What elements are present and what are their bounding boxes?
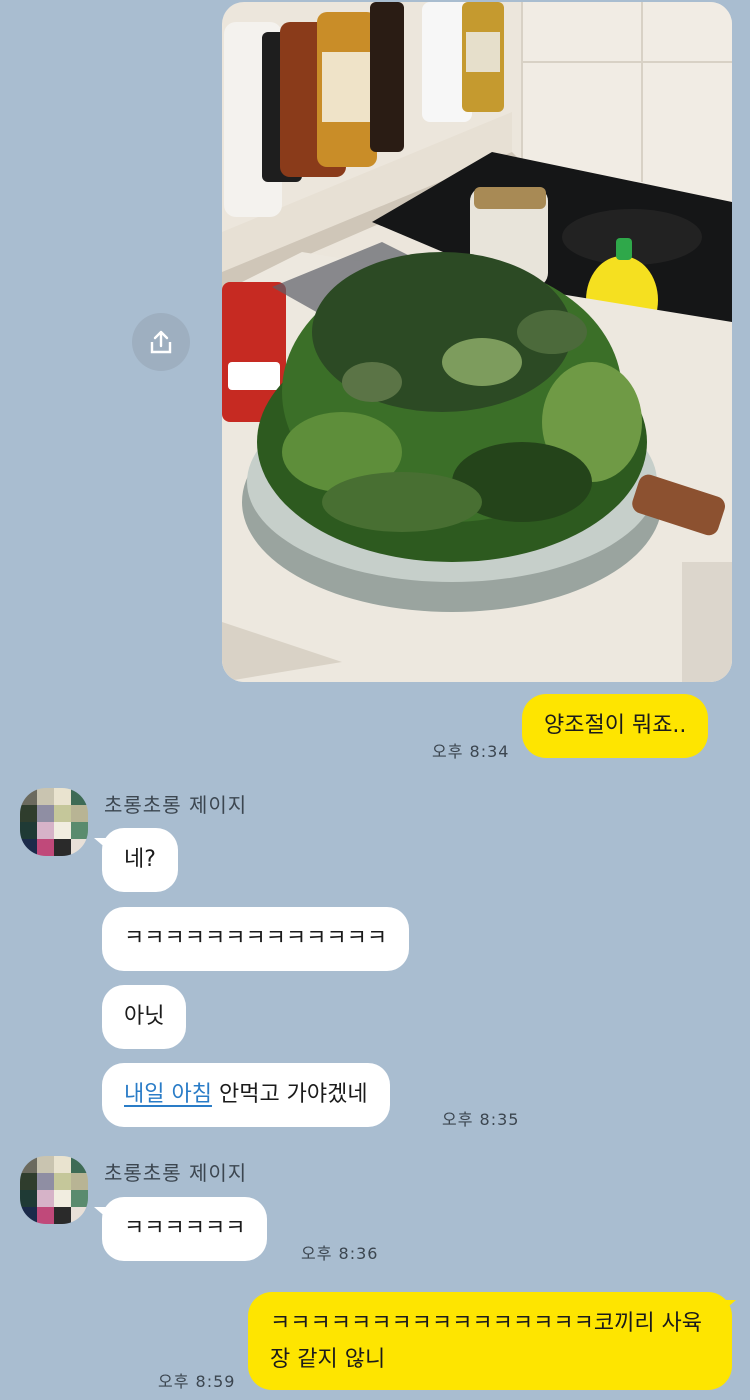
message-time: 오후 8:36 — [301, 1244, 379, 1263]
sender-name: 초롱초롱 제이지 — [104, 1161, 248, 1185]
date-link[interactable]: 내일 아침 — [124, 1082, 212, 1107]
photo-message[interactable] — [222, 2, 732, 682]
message-text: 안먹고 가야겠네 — [211, 1082, 368, 1107]
my-message-bubble[interactable]: 양조절이 뭐죠.. — [522, 694, 709, 758]
message-text: 아닛 — [124, 1004, 165, 1029]
message-time: 오후 8:59 — [158, 1372, 236, 1391]
other-message-bubble[interactable]: 내일 아침 안먹고 가야겠네 — [102, 1063, 390, 1127]
message-time: 오후 8:35 — [442, 1110, 520, 1129]
photo-image — [222, 2, 732, 682]
avatar[interactable] — [20, 788, 88, 856]
share-button[interactable] — [132, 313, 190, 371]
sender-name: 초롱초롱 제이지 — [104, 793, 248, 817]
other-message-bubble[interactable]: ㅋㅋㅋㅋㅋㅋ — [102, 1197, 268, 1261]
share-icon — [150, 330, 172, 354]
my-message-bubble[interactable]: ㅋㅋㅋㅋㅋㅋㅋㅋㅋㅋㅋㅋㅋㅋㅋㅋ코끼리 사육장 같지 않니 — [248, 1292, 732, 1390]
message-text: 양조절이 뭐죠.. — [544, 713, 687, 738]
message-text: ㅋㅋㅋㅋㅋㅋㅋㅋㅋㅋㅋㅋㅋㅋㅋㅋ코끼리 사육장 같지 않니 — [270, 1311, 703, 1372]
other-message-bubble[interactable]: 아닛 — [102, 985, 187, 1049]
other-message-bubble[interactable]: ㅋㅋㅋㅋㅋㅋㅋㅋㅋㅋㅋㅋㅋ — [102, 907, 410, 971]
avatar[interactable] — [20, 1156, 88, 1224]
message-text: 네? — [124, 847, 156, 872]
message-text: ㅋㅋㅋㅋㅋㅋㅋㅋㅋㅋㅋㅋㅋ — [124, 926, 388, 951]
message-time: 오후 8:34 — [432, 742, 510, 761]
other-message-bubble[interactable]: 네? — [102, 828, 178, 892]
message-text: ㅋㅋㅋㅋㅋㅋ — [124, 1216, 246, 1241]
